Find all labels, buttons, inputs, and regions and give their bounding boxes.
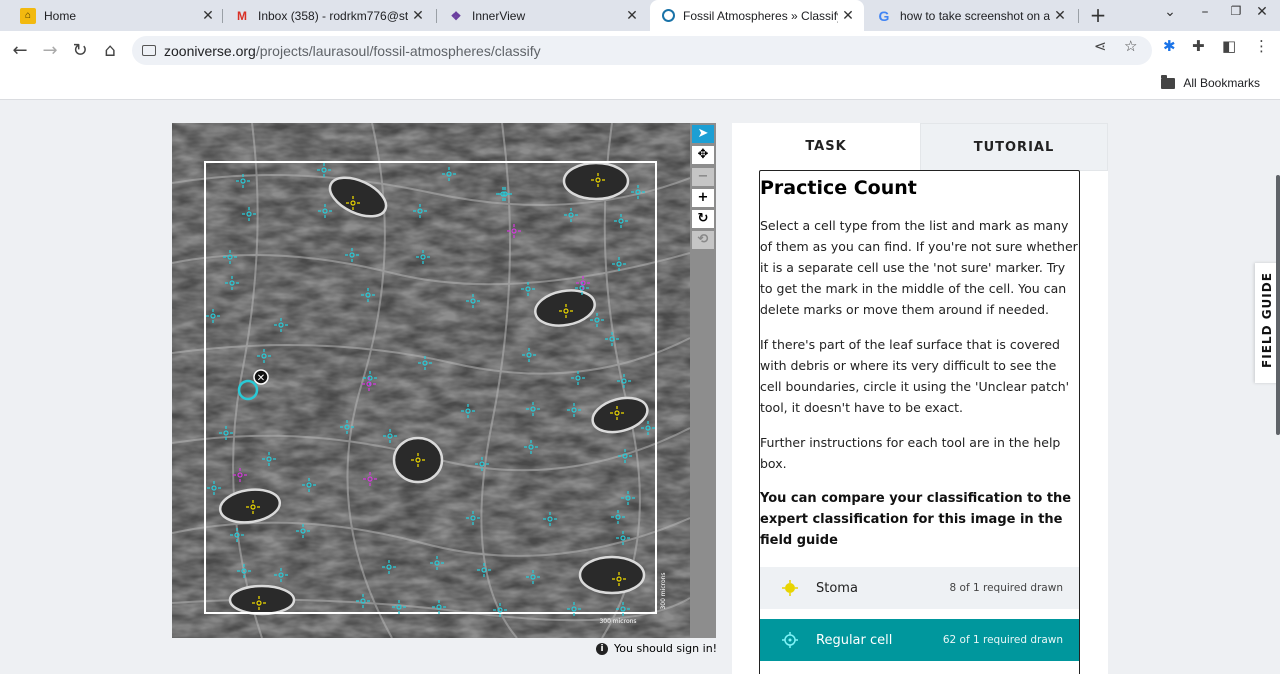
reload-icon[interactable]: ↻ — [68, 39, 92, 63]
tab-task[interactable]: TASK — [732, 123, 920, 171]
leaf-cuticle-image[interactable]: ✕ 300 microns 300 microns — [172, 123, 690, 638]
all-bookmarks-button[interactable]: All Bookmarks — [1161, 74, 1260, 90]
back-icon[interactable]: ← — [8, 39, 32, 63]
bookmarks-bar: All Bookmarks — [0, 70, 1280, 100]
close-tab-icon[interactable]: ✕ — [198, 7, 218, 24]
sign-in-notice[interactable]: i You should sign in! — [596, 642, 717, 655]
close-window-icon[interactable]: ✕ — [1250, 4, 1274, 20]
rotate-icon[interactable]: ↻ — [692, 210, 714, 228]
side-panel-icon[interactable]: ◧ — [1222, 37, 1236, 55]
browser-tab-innerview[interactable]: ❖ InnerView ✕ — [436, 0, 648, 31]
folder-icon — [1161, 74, 1176, 89]
extensions-puzzle-icon[interactable]: ✚ — [1192, 37, 1205, 55]
panel-tabs: TASK TUTORIAL — [732, 123, 1108, 171]
viewer-toolbar: ➤ ✥ − + ↻ ⟲ — [690, 123, 716, 638]
forward-icon[interactable]: → — [38, 39, 62, 63]
close-tab-icon[interactable]: ✕ — [838, 7, 858, 24]
zooniverse-icon — [662, 9, 675, 22]
address-bar[interactable]: zooniverse.org/projects/laurasoul/fossil… — [132, 36, 1152, 65]
tab-strip: ⌂ Home ✕ M Inbox (358) - rodrkm776@stu ✕… — [0, 0, 1280, 31]
innerview-icon: ❖ — [450, 8, 462, 23]
google-icon: G — [878, 7, 890, 24]
delete-mark-glyph: ✕ — [257, 373, 265, 384]
subject-image-viewer[interactable]: ✕ 300 microns 300 microns — [172, 123, 690, 638]
close-tab-icon[interactable]: ✕ — [408, 7, 428, 24]
task-panel: TASK TUTORIAL Practice Count Select a ce… — [732, 123, 1108, 674]
more-menu-icon[interactable]: ⋮ — [1254, 37, 1269, 55]
extension-icon[interactable]: ✱ — [1163, 37, 1176, 55]
reset-view-icon[interactable]: ⟲ — [692, 231, 714, 249]
tab-separator — [1078, 9, 1079, 23]
restore-icon[interactable]: ❐ — [1224, 4, 1248, 18]
zoom-out-icon[interactable]: − — [692, 168, 714, 186]
tab-search-icon[interactable]: ⌄ — [1158, 4, 1182, 20]
gmail-icon: M — [237, 8, 247, 23]
bookmark-star-icon[interactable]: ☆ — [1124, 37, 1137, 55]
site-info-icon[interactable] — [142, 45, 156, 56]
close-tab-icon[interactable]: ✕ — [1050, 7, 1070, 24]
instruction-paragraph-4: You can compare your classification to t… — [760, 491, 1072, 548]
info-icon: i — [596, 642, 608, 655]
instruction-paragraph-1: Select a cell type from the list and mar… — [760, 218, 1078, 317]
new-tab-button[interactable]: + — [1086, 3, 1110, 27]
browser-tab-inbox[interactable]: M Inbox (358) - rodrkm776@stu ✕ — [222, 0, 434, 31]
pointer-tool-icon[interactable]: ➤ — [692, 125, 714, 143]
browser-tab-home[interactable]: ⌂ Home ✕ — [8, 0, 224, 31]
home-button-icon[interactable]: ⌂ — [98, 39, 122, 63]
close-tab-icon[interactable]: ✕ — [622, 7, 642, 24]
browser-tab-google[interactable]: G how to take screenshot on a c ✕ — [864, 0, 1076, 31]
tool-regular-cell[interactable]: Regular cell 62 of 1 required drawn — [760, 619, 1079, 661]
home-icon: ⌂ — [20, 7, 36, 24]
zoom-in-icon[interactable]: + — [692, 189, 714, 207]
task-instructions: Practice Count Select a cell type from t… — [759, 170, 1080, 674]
tool-stoma[interactable]: Stoma 8 of 1 required drawn — [760, 567, 1079, 609]
move-tool-icon[interactable]: ✥ — [692, 146, 714, 164]
minimize-icon[interactable]: – — [1193, 4, 1217, 20]
scale-bar-label: 300 microns — [599, 618, 636, 625]
stoma-marker-icon — [782, 580, 798, 596]
share-icon[interactable]: ⋖ — [1094, 37, 1107, 55]
browser-tab-fossil-atmospheres[interactable]: Fossil Atmospheres » Classify ✕ — [650, 0, 864, 31]
page-scrollbar[interactable] — [1276, 175, 1280, 435]
tab-tutorial[interactable]: TUTORIAL — [920, 123, 1108, 171]
browser-toolbar: ← → ↻ ⌂ zooniverse.org/projects/laurasou… — [0, 31, 1280, 70]
instruction-paragraph-2: If there's part of the leaf surface that… — [760, 337, 1070, 415]
scale-bar-label-vertical: 300 microns — [660, 572, 667, 609]
task-heading: Practice Count — [760, 177, 917, 199]
instruction-paragraph-3: Further instructions for each tool are i… — [760, 435, 1061, 471]
regular-cell-marker-icon — [782, 632, 798, 648]
